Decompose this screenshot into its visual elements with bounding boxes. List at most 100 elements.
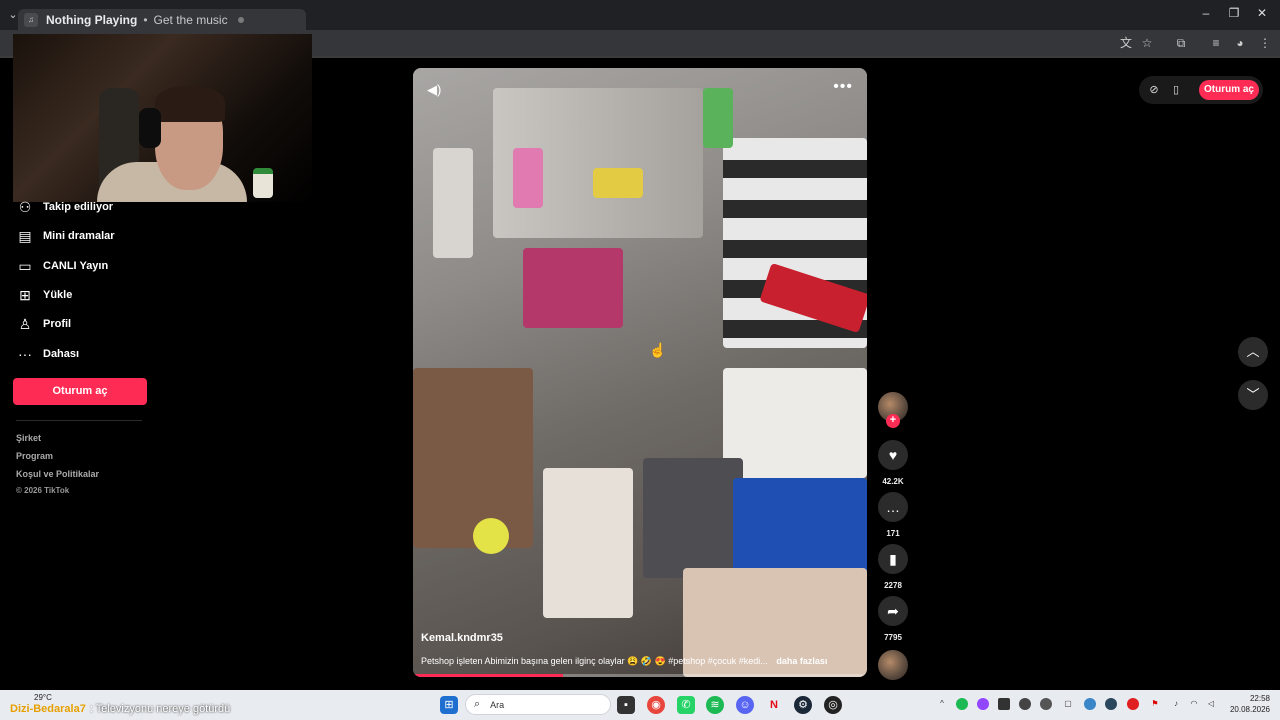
chat-overlay: Dizi-Bedarala7: Televizyonu nereye götür… — [10, 703, 230, 715]
product-bag — [433, 148, 473, 258]
tab-subtitle: Get the music — [153, 13, 228, 27]
follow-plus-icon[interactable]: + — [886, 414, 900, 428]
video-player[interactable]: ◀) ••• ☝ Kemal.kndmr35 Petshop işleten A… — [413, 68, 867, 677]
tray-wifi-icon[interactable]: ◠ — [1188, 698, 1200, 710]
tray-folder-icon[interactable]: ▢ — [1062, 698, 1074, 710]
music-disc-avatar[interactable] — [878, 650, 908, 680]
tray-twitch-icon[interactable] — [977, 698, 989, 710]
share-arrow-icon[interactable]: ➦ — [878, 596, 908, 626]
tray-volume-icon[interactable]: ◁ — [1205, 698, 1217, 710]
comment-icon[interactable]: … — [878, 492, 908, 522]
tray-expand-icon[interactable]: ^ — [936, 698, 948, 710]
profile-avatar-icon[interactable]: ◕ — [1231, 34, 1249, 52]
bookmark-icon[interactable]: ▮ — [878, 544, 908, 574]
save-count: 2278 — [884, 581, 902, 590]
browser-tab[interactable]: ♫ Nothing Playing • Get the music — [18, 9, 306, 31]
comment-count: 171 — [886, 529, 900, 538]
more-options-icon[interactable]: ••• — [833, 78, 853, 96]
windows-start-icon[interactable]: ⊞ — [440, 696, 458, 714]
obs-icon[interactable]: ◎ — [824, 696, 842, 714]
video-author[interactable]: Kemal.kndmr35 — [421, 632, 503, 644]
tray-steam-icon[interactable] — [1105, 698, 1117, 710]
product-pink — [513, 148, 543, 208]
minimize-button[interactable]: – — [1196, 6, 1216, 20]
sidebar-item-live[interactable]: ▭ CANLI Yayın — [16, 255, 108, 277]
translate-icon[interactable]: 文 — [1117, 34, 1135, 52]
tennis-ball — [473, 518, 509, 554]
tray-obs-icon[interactable] — [1040, 698, 1052, 710]
footer-link-program[interactable]: Program — [16, 451, 53, 461]
top-login-button[interactable]: Oturum aç — [1199, 80, 1259, 100]
tab-title: Nothing Playing — [46, 13, 138, 27]
tray-mic-icon[interactable]: ♪ — [1170, 698, 1182, 710]
sidebar-item-label: Profil — [43, 318, 72, 330]
tab-separator: • — [143, 13, 148, 27]
chrome-icon[interactable]: ◉ — [647, 696, 665, 714]
spotify-icon[interactable]: ≋ — [706, 696, 724, 714]
next-video-chevron-down-icon[interactable]: ﹀ — [1238, 380, 1268, 410]
media-queue-icon[interactable]: ≡ — [1207, 34, 1225, 52]
netflix-icon[interactable]: N — [765, 696, 783, 714]
whatsapp-icon[interactable]: ✆ — [677, 696, 695, 714]
footer-link-company[interactable]: Şirket — [16, 433, 41, 443]
video-progress-bar[interactable] — [413, 674, 867, 677]
tray-cloud-icon[interactable] — [1084, 698, 1096, 710]
person-icon: ♙ — [18, 316, 32, 332]
video-caption: Petshop işleten Abimizin başına gelen il… — [421, 656, 851, 667]
search-placeholder: Ara — [490, 699, 505, 710]
sidebar-item-more[interactable]: ··· Dahası — [16, 343, 79, 365]
tv-icon: ▭ — [18, 258, 32, 274]
webcam-headphones — [139, 108, 161, 148]
cat-food-bag — [543, 468, 633, 618]
webcam-cup — [253, 168, 273, 198]
sidebar-item-label: Yükle — [43, 289, 73, 301]
caption-more-link[interactable]: daha fazlası — [776, 656, 827, 666]
caption-text: Petshop işleten Abimizin başına gelen il… — [421, 656, 768, 666]
taskbar-search[interactable]: ⌕ Ara — [465, 694, 611, 715]
sidebar-item-label: Dahası — [43, 348, 80, 360]
mobile-icon[interactable]: ▯ — [1168, 82, 1184, 98]
steam-icon[interactable]: ⚙ — [794, 696, 812, 714]
extensions-icon[interactable]: ⧉ — [1172, 34, 1190, 52]
audio-indicator-icon — [237, 17, 244, 23]
sidebar-login-button[interactable]: Oturum aç — [13, 378, 147, 405]
compass-icon[interactable]: ⊘ — [1146, 82, 1162, 98]
tray-security-icon[interactable]: ⚑ — [1149, 698, 1161, 710]
weather-temperature[interactable]: 29°C — [34, 693, 52, 702]
sidebar-item-profile[interactable]: ♙ Profil — [16, 313, 71, 335]
chat-username: Dizi-Bedarala7 — [10, 703, 86, 715]
volume-icon[interactable]: ◀) — [427, 82, 441, 98]
clock-time: 22:58 — [1249, 694, 1270, 703]
wooden-counter — [413, 368, 533, 548]
grey-package — [643, 458, 743, 578]
sidebar-item-following[interactable]: ⚇ Takip ediliyor — [16, 196, 113, 218]
bookmark-star-icon[interactable]: ☆ — [1138, 34, 1156, 52]
browser-menu-icon[interactable]: ⋮ — [1256, 34, 1274, 52]
discord-icon[interactable]: ☺ — [736, 696, 754, 714]
product-yellow — [593, 168, 643, 198]
chat-message: : Televizyonu nereye götürdü — [89, 703, 231, 715]
tray-app-icon[interactable] — [1019, 698, 1031, 710]
like-heart-icon[interactable]: ♥ — [878, 440, 908, 470]
copyright: © 2026 TikTok — [16, 486, 70, 495]
restore-button[interactable]: ❐ — [1224, 6, 1244, 20]
tray-nvidia-icon[interactable] — [998, 698, 1010, 710]
sidebar-divider — [16, 420, 142, 421]
white-bag — [723, 368, 867, 478]
sidebar-item-label: Takip ediliyor — [43, 201, 114, 213]
close-window-button[interactable]: ✕ — [1252, 6, 1272, 20]
footer-link-terms[interactable]: Koşul ve Politikalar — [16, 469, 99, 479]
taskbar-clock[interactable]: 22:58 20.08.2026 — [1228, 693, 1270, 715]
clock-date: 20.08.2026 — [1229, 705, 1270, 714]
like-count: 42.2K — [882, 477, 904, 486]
task-view-icon[interactable]: ▪ — [617, 696, 635, 714]
product-display — [523, 248, 623, 328]
sidebar-item-upload[interactable]: ⊞ Yükle — [16, 284, 72, 306]
hand-cursor-icon: ☝ — [649, 342, 667, 358]
music-icon: ♫ — [24, 13, 38, 27]
tray-record-icon[interactable] — [1127, 698, 1139, 710]
sidebar-item-mini-dramas[interactable]: ▤ Mini dramalar — [16, 225, 114, 247]
plus-square-icon: ⊞ — [19, 287, 31, 303]
previous-video-chevron-up-icon[interactable]: ︿ — [1238, 337, 1268, 367]
tray-spotify-icon[interactable] — [956, 698, 968, 710]
